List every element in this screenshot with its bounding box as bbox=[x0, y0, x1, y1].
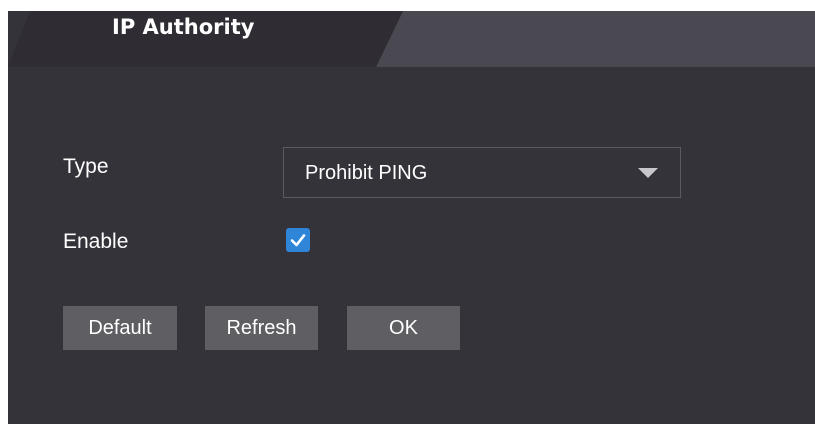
type-select-value: Prohibit PING bbox=[305, 162, 428, 184]
ok-button[interactable]: OK bbox=[347, 306, 460, 350]
chevron-down-icon bbox=[638, 168, 658, 178]
refresh-button[interactable]: Refresh bbox=[205, 306, 318, 350]
enable-checkbox[interactable] bbox=[286, 228, 310, 252]
checkmark-icon bbox=[290, 234, 306, 247]
settings-panel bbox=[8, 11, 815, 424]
default-button[interactable]: Default bbox=[63, 306, 177, 350]
tab-ip-authority[interactable]: IP Authority bbox=[112, 15, 254, 39]
type-select[interactable]: Prohibit PING bbox=[283, 147, 681, 198]
type-label: Type bbox=[63, 155, 109, 178]
enable-label: Enable bbox=[63, 230, 129, 253]
